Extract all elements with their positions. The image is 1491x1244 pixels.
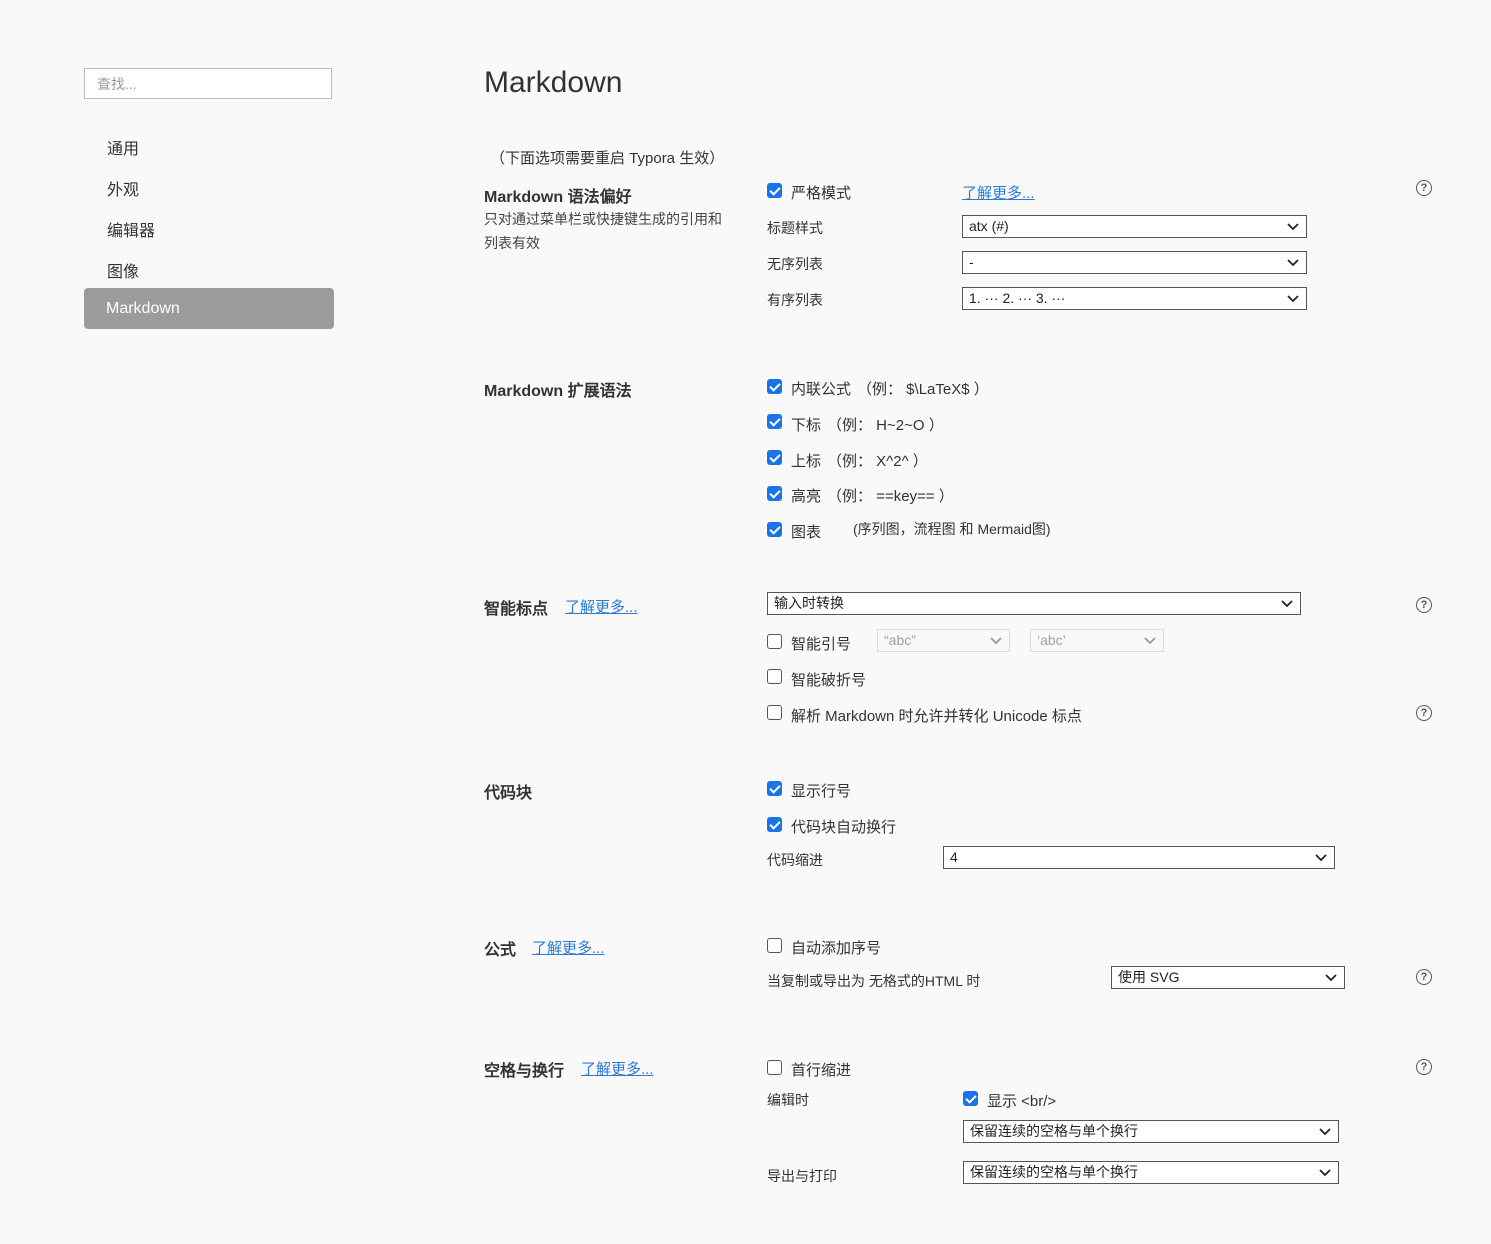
first-line-indent-checkbox[interactable]: [767, 1060, 782, 1075]
inline-math-label: 内联公式 （例： $\LaTeX$ ）: [791, 381, 989, 398]
diagrams-checkbox[interactable]: [767, 522, 782, 537]
chevron-down-icon: [1287, 259, 1299, 267]
sidebar-item-image[interactable]: 图像: [107, 258, 139, 282]
chevron-down-icon: [1287, 295, 1299, 303]
chevron-down-icon: [1315, 854, 1327, 862]
inline-math-example: （例： $\LaTeX$ ）: [857, 381, 989, 398]
code-indent-select[interactable]: 4: [943, 846, 1335, 869]
code-indent-label: 代码缩进: [767, 852, 823, 868]
auto-number-label: 自动添加序号: [791, 940, 882, 957]
chevron-down-icon: [1144, 637, 1156, 645]
unicode-punct-checkbox[interactable]: [767, 705, 782, 720]
section-title-math: 公式: [484, 942, 517, 959]
highlight-checkbox[interactable]: [767, 486, 782, 501]
subscript-example: （例： H~2~O ）: [827, 417, 944, 434]
section-title-whitespace: 空格与换行: [484, 1063, 565, 1080]
strict-mode-learn-more-link[interactable]: 了解更多...: [962, 182, 1035, 203]
unicode-punct-label: 解析 Markdown 时允许并转化 Unicode 标点: [791, 708, 1082, 725]
subscript-checkbox[interactable]: [767, 414, 782, 429]
double-quote-style-select[interactable]: “abc”: [877, 629, 1010, 652]
line-numbers-checkbox[interactable]: [767, 781, 782, 796]
chevron-down-icon: [990, 637, 1002, 645]
chevron-down-icon: [1287, 223, 1299, 231]
unordered-list-label: 无序列表: [767, 256, 823, 272]
strict-mode-checkbox[interactable]: [767, 183, 782, 198]
first-line-indent-label: 首行缩进: [791, 1062, 852, 1079]
math-learn-more-link[interactable]: 了解更多...: [532, 937, 605, 958]
editing-label: 编辑时: [767, 1092, 809, 1108]
chevron-down-icon: [1319, 1169, 1331, 1177]
show-br-checkbox[interactable]: [963, 1091, 978, 1106]
heading-style-select[interactable]: atx (#): [962, 215, 1307, 238]
smart-punct-learn-more-link[interactable]: 了解更多...: [565, 596, 638, 617]
diagrams-example: (序列图，流程图 和 Mermaid图): [853, 521, 1051, 537]
smart-quotes-checkbox[interactable]: [767, 634, 782, 649]
page-title: Markdown: [484, 66, 623, 99]
line-numbers-label: 显示行号: [791, 783, 852, 800]
superscript-label: 上标 （例： X^2^ ）: [791, 453, 928, 470]
editing-whitespace-select[interactable]: 保留连续的空格与单个换行: [963, 1120, 1339, 1143]
superscript-example: （例： X^2^ ）: [827, 453, 928, 470]
subscript-label: 下标 （例： H~2~O ）: [791, 417, 944, 434]
ordered-list-select[interactable]: 1. ··· 2. ··· 3. ···: [962, 287, 1307, 310]
search-input[interactable]: [84, 68, 332, 99]
smart-quotes-label: 智能引号: [791, 636, 852, 653]
section-title-extended-syntax: Markdown 扩展语法: [484, 383, 632, 400]
superscript-checkbox[interactable]: [767, 450, 782, 465]
sidebar-item-appearance[interactable]: 外观: [107, 176, 139, 200]
highlight-label: 高亮 （例： ==key== ）: [791, 488, 954, 505]
chevron-down-icon: [1281, 600, 1293, 608]
smart-dash-checkbox[interactable]: [767, 669, 782, 684]
diagrams-label: 图表: [791, 524, 822, 541]
smart-punct-mode-select[interactable]: 输入时转换: [767, 592, 1301, 615]
export-whitespace-select[interactable]: 保留连续的空格与单个换行: [963, 1161, 1339, 1184]
unordered-list-select[interactable]: -: [962, 251, 1307, 274]
ordered-list-label: 有序列表: [767, 292, 823, 308]
smart-dash-label: 智能破折号: [791, 672, 867, 689]
inline-math-checkbox[interactable]: [767, 379, 782, 394]
export-print-label: 导出与打印: [767, 1168, 837, 1184]
sidebar-item-editor[interactable]: 编辑器: [107, 217, 155, 241]
code-wrap-checkbox[interactable]: [767, 817, 782, 832]
help-icon[interactable]: ?: [1416, 1059, 1432, 1075]
chevron-down-icon: [1319, 1128, 1331, 1136]
show-br-label: 显示 <br/>: [987, 1093, 1057, 1110]
auto-number-checkbox[interactable]: [767, 938, 782, 953]
code-wrap-label: 代码块自动换行: [791, 819, 897, 836]
sidebar-item-markdown[interactable]: Markdown: [84, 288, 334, 329]
highlight-example: （例： ==key== ）: [827, 488, 954, 505]
section-title-smart-punct: 智能标点: [484, 601, 549, 618]
heading-style-label: 标题样式: [767, 220, 823, 236]
section-title-code-block: 代码块: [484, 785, 533, 802]
section-title-syntax-pref: Markdown 语法偏好: [484, 189, 632, 206]
help-icon[interactable]: ?: [1416, 705, 1432, 721]
section-desc-syntax-pref: 只对通过菜单栏或快捷键生成的引用和列表有效: [484, 211, 722, 251]
math-export-select[interactable]: 使用 SVG: [1111, 966, 1345, 989]
strict-mode-label: 严格模式: [791, 185, 852, 202]
sidebar-item-general[interactable]: 通用: [107, 135, 139, 159]
help-icon[interactable]: ?: [1416, 180, 1432, 196]
chevron-down-icon: [1325, 974, 1337, 982]
single-quote-style-select[interactable]: ‘abc’: [1030, 629, 1164, 652]
math-export-label: 当复制或导出为 无格式的HTML 时: [767, 973, 981, 989]
whitespace-learn-more-link[interactable]: 了解更多...: [581, 1058, 654, 1079]
help-icon[interactable]: ?: [1416, 969, 1432, 985]
help-icon[interactable]: ?: [1416, 597, 1432, 613]
restart-note: （下面选项需要重启 Typora 生效）: [490, 150, 725, 167]
